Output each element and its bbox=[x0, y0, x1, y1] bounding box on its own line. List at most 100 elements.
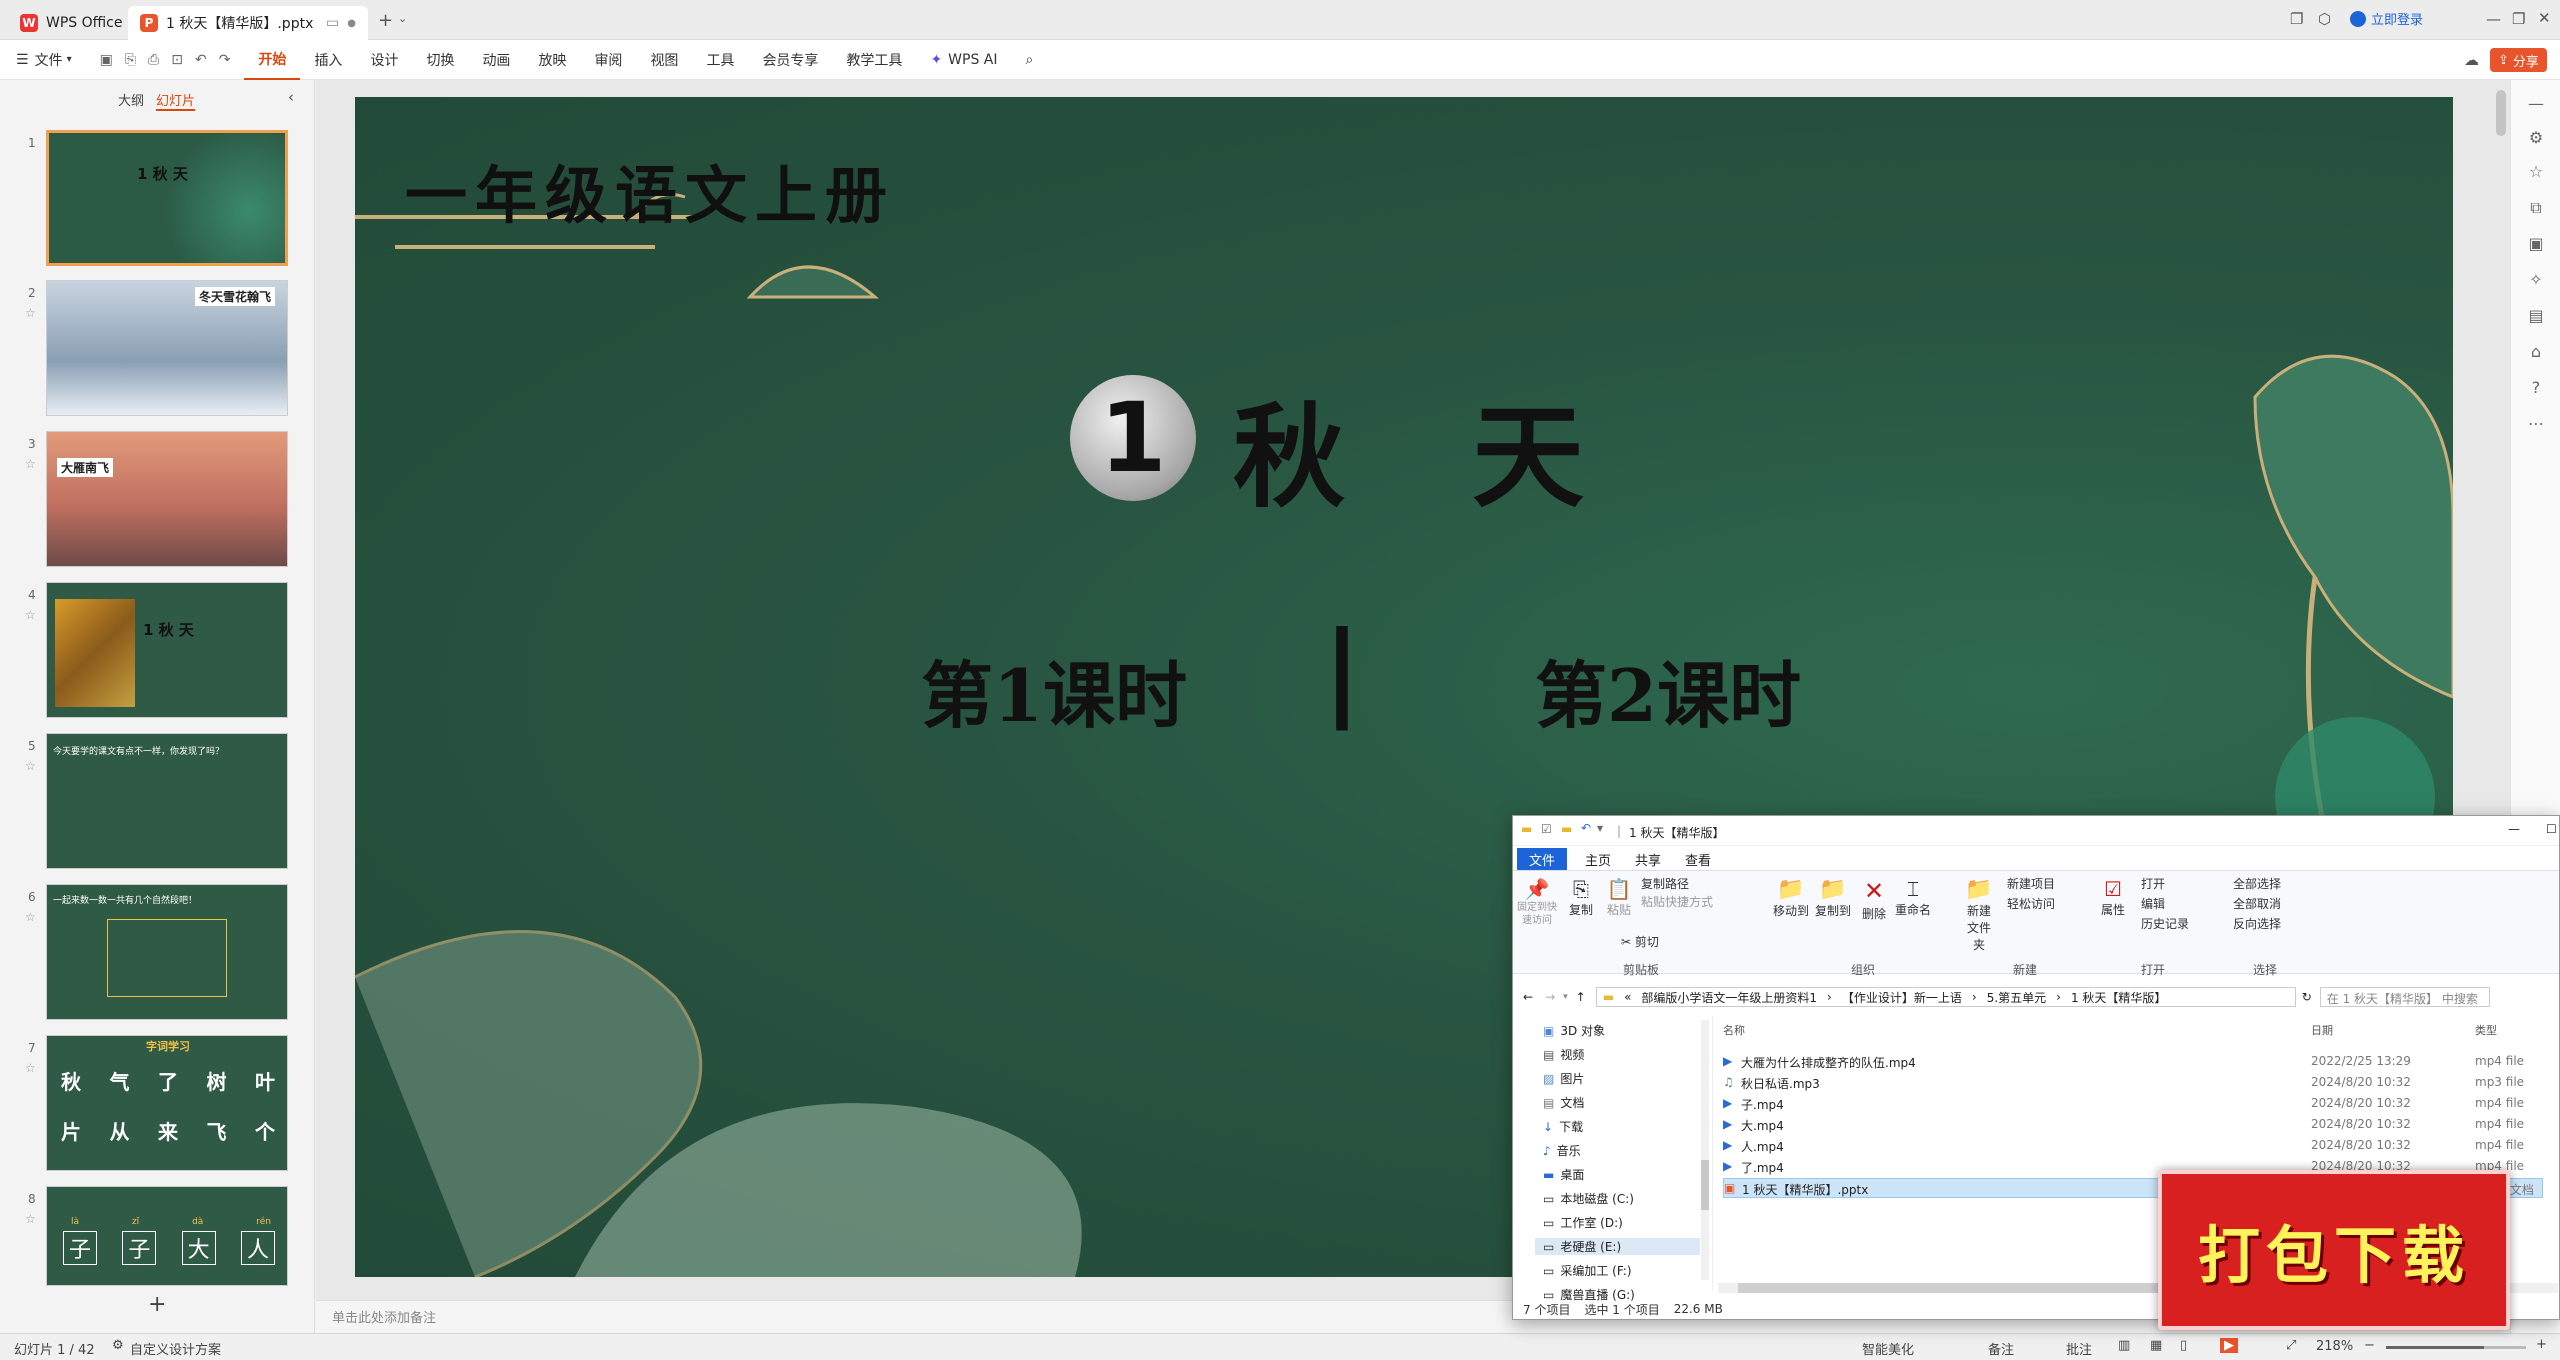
slide-thumbnail-3[interactable]: 大雁南飞 bbox=[46, 431, 288, 567]
file-row[interactable]: ▶ 大雁为什么排成整齐的队伍.mp4 2022/2/25 13:29 mp4 f… bbox=[1723, 1052, 2543, 1072]
nav-item[interactable]: ▭ 采编加工 (F:) bbox=[1543, 1262, 1632, 1279]
menu-item-start[interactable]: 开始 bbox=[244, 40, 301, 80]
export-icon[interactable]: ⎘ bbox=[125, 52, 136, 68]
slide-thumbnail-2[interactable]: 冬天雪花翰飞 bbox=[46, 280, 288, 416]
adjust-icon[interactable]: ⚙ bbox=[2526, 128, 2546, 148]
nav-item[interactable]: ▭ 本地磁盘 (C:) bbox=[1543, 1190, 1634, 1207]
history-button[interactable]: 历史记录 bbox=[2141, 915, 2189, 932]
add-slide-button[interactable]: + bbox=[148, 1292, 166, 1317]
breadcrumb-item[interactable]: 5.第五单元 bbox=[1987, 989, 2046, 1006]
breadcrumb-item[interactable]: 【作业设计】新一上语 bbox=[1842, 989, 1962, 1006]
period-2-label[interactable]: 第2课时 bbox=[1535, 637, 1801, 742]
collapse-icon[interactable]: — bbox=[2526, 94, 2546, 114]
nav-scroll-thumb[interactable] bbox=[1701, 1160, 1709, 1210]
share-button[interactable]: ⇪ 分享 bbox=[2490, 48, 2547, 72]
image-icon[interactable]: ▣ bbox=[2526, 234, 2546, 254]
zoom-slider[interactable] bbox=[2386, 1346, 2526, 1349]
preview-icon[interactable]: ⊡ bbox=[171, 52, 183, 68]
up-icon[interactable]: ↑ bbox=[1576, 990, 1586, 1004]
menu-item-teaching[interactable]: 教学工具 bbox=[832, 40, 916, 80]
print-icon[interactable]: ⎙ bbox=[148, 52, 159, 68]
undo-icon[interactable]: ↶ bbox=[195, 52, 207, 68]
slide-thumbnail-7[interactable]: 字词学习 秋 气 了 树 叶 片 从 来 飞 个 bbox=[46, 1035, 288, 1171]
login-link[interactable]: 立即登录 bbox=[2350, 9, 2423, 28]
breadcrumb-item[interactable]: 1 秋天【精华版】 bbox=[2071, 989, 2166, 1006]
design-scheme-label[interactable]: 自定义设计方案 bbox=[130, 1339, 221, 1358]
menu-item-design[interactable]: 设计 bbox=[356, 40, 412, 80]
tab-list-chevron-icon[interactable]: ⌄ bbox=[398, 12, 407, 25]
column-name[interactable]: 名称 bbox=[1723, 1022, 1745, 1038]
copy-icon[interactable]: ⧉ bbox=[2526, 198, 2546, 218]
menu-item-view[interactable]: 视图 bbox=[636, 40, 692, 80]
undo-quick-icon[interactable]: ↶ bbox=[1581, 821, 1591, 835]
normal-view-icon[interactable]: ▥ bbox=[2118, 1338, 2130, 1353]
book-icon[interactable]: ▤ bbox=[2526, 306, 2546, 326]
menu-item-transition[interactable]: 切换 bbox=[412, 40, 468, 80]
nav-item[interactable]: ▨ 图片 bbox=[1543, 1070, 1584, 1087]
new-folder-quick-icon[interactable]: ▬ bbox=[1561, 822, 1572, 836]
nav-item[interactable]: ▭ 工作室 (D:) bbox=[1543, 1214, 1623, 1231]
nav-item-selected[interactable]: ▭ 老硬盘 (E:) bbox=[1535, 1238, 1700, 1255]
menu-item-insert[interactable]: 插入 bbox=[300, 40, 356, 80]
reading-view-icon[interactable]: ▯ bbox=[2180, 1338, 2187, 1353]
ribbon-tab-home[interactable]: 主页 bbox=[1573, 848, 1623, 870]
grid-view-icon[interactable]: ▦ bbox=[2150, 1338, 2162, 1353]
slide-scrollbar[interactable] bbox=[2496, 90, 2506, 136]
file-row[interactable]: ▶ 人.mp4 2024/8/20 10:32 mp4 file bbox=[1723, 1136, 2543, 1156]
nav-item[interactable]: ▬ 桌面 bbox=[1543, 1166, 1584, 1183]
search-input[interactable]: 在 1 秋天【精华版】 中搜索 bbox=[2319, 987, 2490, 1007]
help-icon[interactable]: ? bbox=[2526, 378, 2546, 398]
rename-button[interactable]: ⌶ 重命名 bbox=[1893, 877, 1933, 918]
collapse-panel-icon[interactable]: ‹ bbox=[288, 88, 294, 106]
select-none-button[interactable]: 全部取消 bbox=[2233, 895, 2281, 912]
breadcrumb-item[interactable]: 部编版小学语文一年级上册资料1 bbox=[1641, 989, 1817, 1006]
pin-quick-access-button[interactable]: 📌 固定到快速访问 bbox=[1517, 877, 1557, 927]
fit-icon[interactable]: ⤢ bbox=[2286, 1338, 2296, 1353]
move-to-button[interactable]: 📁 移动到 bbox=[1771, 877, 1811, 919]
new-folder-button[interactable]: 📁 新建文件夹 bbox=[1961, 877, 1997, 953]
properties-quick-icon[interactable]: ☑ bbox=[1541, 822, 1552, 836]
file-row[interactable]: ♫ 秋日私语.mp3 2024/8/20 10:32 mp3 file bbox=[1723, 1073, 2543, 1093]
forward-icon[interactable]: → bbox=[1545, 990, 1555, 1004]
copy-button[interactable]: ⎘ 复制 bbox=[1565, 877, 1597, 918]
document-tab[interactable]: P 1 秋天【精华版】.pptx ▭ ● bbox=[128, 6, 368, 40]
ribbon-tab-share[interactable]: 共享 bbox=[1623, 848, 1673, 870]
select-all-button[interactable]: 全部选择 bbox=[2233, 875, 2281, 892]
cloud-sync-icon[interactable]: ☁ bbox=[2464, 51, 2479, 69]
open-button[interactable]: 打开 bbox=[2141, 875, 2165, 892]
ribbon-tab-view[interactable]: 查看 bbox=[1673, 848, 1723, 870]
zoom-out-icon[interactable]: − bbox=[2364, 1338, 2375, 1353]
menu-item-animation[interactable]: 动画 bbox=[468, 40, 524, 80]
menu-item-tools[interactable]: 工具 bbox=[692, 40, 748, 80]
star-icon[interactable]: ☆ bbox=[25, 759, 36, 773]
star-icon[interactable]: ☆ bbox=[25, 306, 36, 320]
customize-qat-icon[interactable]: ▾ bbox=[1597, 821, 1603, 835]
nav-item[interactable]: ♪ 音乐 bbox=[1543, 1142, 1581, 1159]
star-icon[interactable]: ☆ bbox=[25, 1061, 36, 1075]
breadcrumb-overflow-icon[interactable]: « bbox=[1624, 990, 1631, 1004]
nav-item[interactable]: ↓ 下载 bbox=[1543, 1118, 1583, 1135]
zoom-level[interactable]: 218% bbox=[2316, 1339, 2353, 1354]
window-layout-icon[interactable]: ❐ bbox=[2290, 10, 2303, 28]
slideshow-icon[interactable]: ▶ bbox=[2220, 1338, 2238, 1353]
tab-slides[interactable]: 幻灯片 bbox=[156, 90, 196, 111]
nav-item[interactable]: ▤ 视频 bbox=[1543, 1046, 1584, 1063]
comments-button[interactable]: 批注 bbox=[2066, 1339, 2092, 1358]
history-chevron-icon[interactable]: ▾ bbox=[1563, 992, 1568, 1002]
zoom-in-icon[interactable]: + bbox=[2536, 1337, 2547, 1352]
invert-selection-button[interactable]: 反向选择 bbox=[2233, 915, 2281, 932]
minimize-icon[interactable]: — bbox=[2508, 822, 2520, 836]
maximize-icon[interactable]: ☐ bbox=[2546, 822, 2557, 836]
menu-item-member[interactable]: 会员专享 bbox=[748, 40, 832, 80]
save-icon[interactable]: ▣ bbox=[100, 52, 113, 68]
home-tab[interactable]: W WPS Office bbox=[8, 6, 135, 40]
file-menu[interactable]: ☰ 文件 ▾ bbox=[0, 40, 86, 80]
beautify-button[interactable]: 智能美化 bbox=[1862, 1339, 1914, 1358]
nav-item[interactable]: ▤ 文档 bbox=[1543, 1094, 1584, 1111]
slide-thumbnail-6[interactable]: 一起来数一数一共有几个自然段吧！ bbox=[46, 884, 288, 1020]
file-row[interactable]: ▶ 大.mp4 2024/8/20 10:32 mp4 file bbox=[1723, 1115, 2543, 1135]
back-icon[interactable]: ← bbox=[1523, 990, 1533, 1004]
notes-button[interactable]: 备注 bbox=[1988, 1339, 2014, 1358]
address-bar[interactable]: ▬ « 部编版小学语文一年级上册资料1 › 【作业设计】新一上语 › 5.第五单… bbox=[1595, 987, 2296, 1007]
monitor-icon[interactable]: ▭ bbox=[326, 15, 339, 31]
